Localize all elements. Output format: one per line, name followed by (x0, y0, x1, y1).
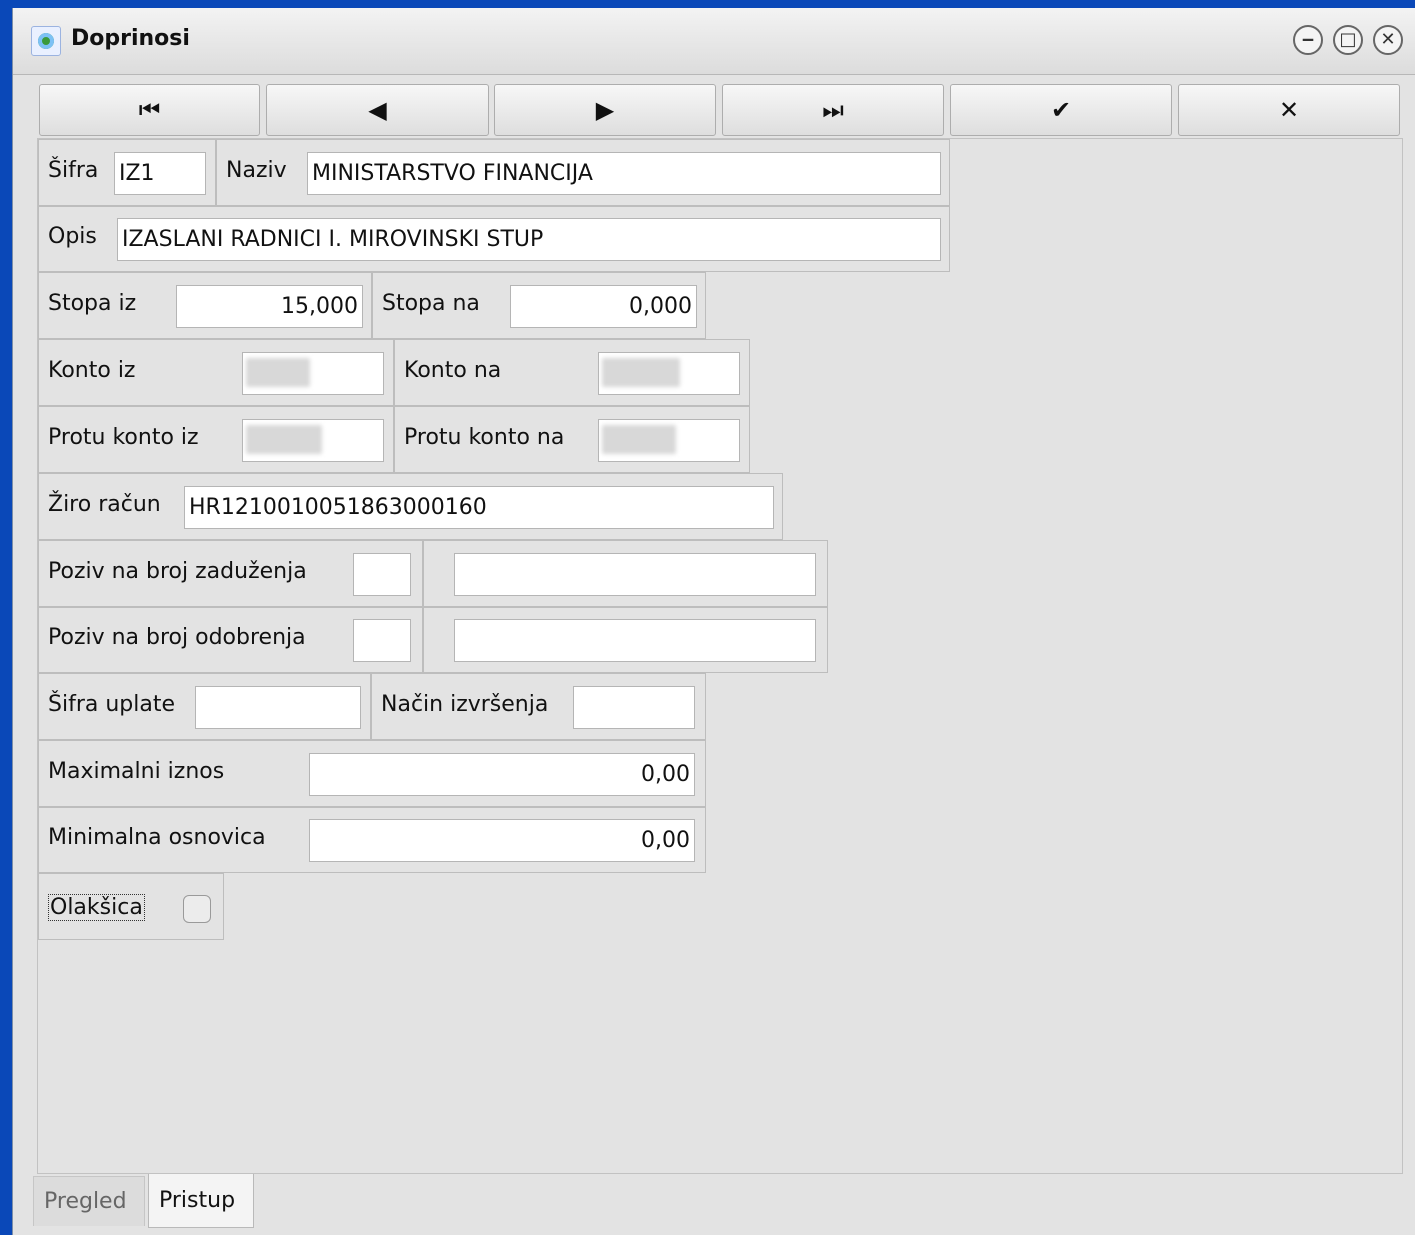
tab-pregled[interactable]: Pregled (33, 1176, 145, 1226)
sifra-uplate-input[interactable] (195, 686, 361, 729)
protu-konto-na-label: Protu konto na (404, 425, 565, 450)
form-panel: Šifra IZ1 Naziv MINISTARSTVO FINANCIJA O… (37, 138, 1403, 1174)
poziv-odobrenja-number-cell (423, 607, 828, 673)
sifra-label: Šifra (48, 158, 99, 183)
stopa-iz-label: Stopa iz (48, 291, 137, 316)
redacted-value (246, 358, 310, 387)
stopa-iz-cell: Stopa iz 15,000 (38, 272, 372, 339)
tab-pristup[interactable]: Pristup (148, 1174, 254, 1228)
konto-iz-label: Konto iz (48, 358, 136, 383)
last-record-icon: ⏭ (822, 96, 844, 124)
confirm-icon: ✔ (1050, 96, 1072, 124)
maximize-icon[interactable]: □ (1333, 25, 1363, 55)
title-bar[interactable]: Doprinosi ‒ □ ✕ (13, 8, 1415, 75)
doprinosi-window: Doprinosi ‒ □ ✕ ⏮ ◀ ▶ ⏭ ✔ ✕ Šifra IZ1 Na… (12, 8, 1415, 1235)
window-title: Doprinosi (71, 26, 190, 51)
opis-cell: Opis IZASLANI RADNICI I. MIROVINSKI STUP (38, 206, 950, 272)
minimize-icon[interactable]: ‒ (1293, 25, 1323, 55)
olaksica-cell: Olakšica (38, 873, 224, 940)
protu-konto-iz-cell: Protu konto iz (38, 406, 394, 473)
olaksica-checkbox[interactable] (183, 895, 211, 923)
stopa-na-label: Stopa na (382, 291, 480, 316)
tab-pregled-label: Pregled (44, 1189, 127, 1214)
konto-na-cell: Konto na (394, 339, 750, 406)
konto-na-label: Konto na (404, 358, 502, 383)
poziv-odobrenja-model-input[interactable] (353, 619, 411, 662)
sifra-cell: Šifra IZ1 (38, 139, 216, 206)
poziv-zaduzenja-number-cell (423, 540, 828, 607)
maximalni-iznos-label: Maximalni iznos (48, 759, 225, 784)
minimalna-osnovica-input[interactable]: 0,00 (309, 819, 695, 862)
confirm-button[interactable]: ✔ (950, 84, 1172, 136)
stopa-na-cell: Stopa na 0,000 (372, 272, 706, 339)
nacin-izvrsenja-input[interactable] (573, 686, 695, 729)
app-icon (31, 26, 61, 56)
poziv-zaduzenja-model-input[interactable] (353, 553, 411, 596)
maximalni-iznos-input[interactable]: 0,00 (309, 753, 695, 796)
cancel-icon: ✕ (1278, 96, 1300, 124)
next-record-button[interactable]: ▶ (494, 84, 716, 136)
naziv-input[interactable]: MINISTARSTVO FINANCIJA (307, 152, 941, 195)
redacted-value (602, 425, 676, 454)
sifra-input[interactable]: IZ1 (114, 152, 206, 195)
ziro-racun-cell: Žiro račun HR1210010051863000160 (38, 473, 783, 540)
cancel-button[interactable]: ✕ (1178, 84, 1400, 136)
poziv-odobrenja-label: Poziv na broj odobrenja (48, 625, 306, 650)
close-icon[interactable]: ✕ (1373, 25, 1403, 55)
previous-record-button[interactable]: ◀ (266, 84, 489, 136)
poziv-odobrenja-cell: Poziv na broj odobrenja (38, 607, 423, 673)
opis-label: Opis (48, 224, 97, 249)
redacted-value (602, 358, 680, 387)
next-record-icon: ▶ (595, 96, 615, 124)
poziv-zaduzenja-number-input[interactable] (454, 553, 816, 596)
olaksica-label[interactable]: Olakšica (48, 894, 145, 921)
naziv-label: Naziv (226, 158, 287, 183)
poziv-zaduzenja-cell: Poziv na broj zaduženja (38, 540, 423, 607)
konto-iz-cell: Konto iz (38, 339, 394, 406)
last-record-button[interactable]: ⏭ (722, 84, 944, 136)
ziro-racun-label: Žiro račun (48, 492, 161, 517)
stopa-na-input[interactable]: 0,000 (510, 285, 697, 328)
first-record-icon: ⏮ (138, 96, 161, 124)
minimalna-osnovica-cell: Minimalna osnovica 0,00 (38, 807, 706, 873)
stopa-iz-input[interactable]: 15,000 (176, 285, 363, 328)
minimalna-osnovica-label: Minimalna osnovica (48, 825, 266, 850)
poziv-zaduzenja-label: Poziv na broj zaduženja (48, 559, 307, 584)
maximalni-iznos-cell: Maximalni iznos 0,00 (38, 740, 706, 807)
poziv-odobrenja-number-input[interactable] (454, 619, 816, 662)
protu-konto-na-cell: Protu konto na (394, 406, 750, 473)
nacin-izvrsenja-cell: Način izvršenja (371, 673, 706, 740)
previous-record-icon: ◀ (368, 96, 387, 124)
first-record-button[interactable]: ⏮ (39, 84, 260, 136)
nacin-izvrsenja-label: Način izvršenja (381, 692, 549, 717)
sifra-uplate-cell: Šifra uplate (38, 673, 371, 740)
naziv-cell: Naziv MINISTARSTVO FINANCIJA (216, 139, 950, 206)
sifra-uplate-label: Šifra uplate (48, 692, 176, 717)
ziro-racun-input[interactable]: HR1210010051863000160 (184, 486, 774, 529)
redacted-value (246, 425, 322, 454)
tab-pristup-label: Pristup (159, 1188, 236, 1213)
protu-konto-iz-label: Protu konto iz (48, 425, 199, 450)
opis-input[interactable]: IZASLANI RADNICI I. MIROVINSKI STUP (117, 218, 941, 261)
